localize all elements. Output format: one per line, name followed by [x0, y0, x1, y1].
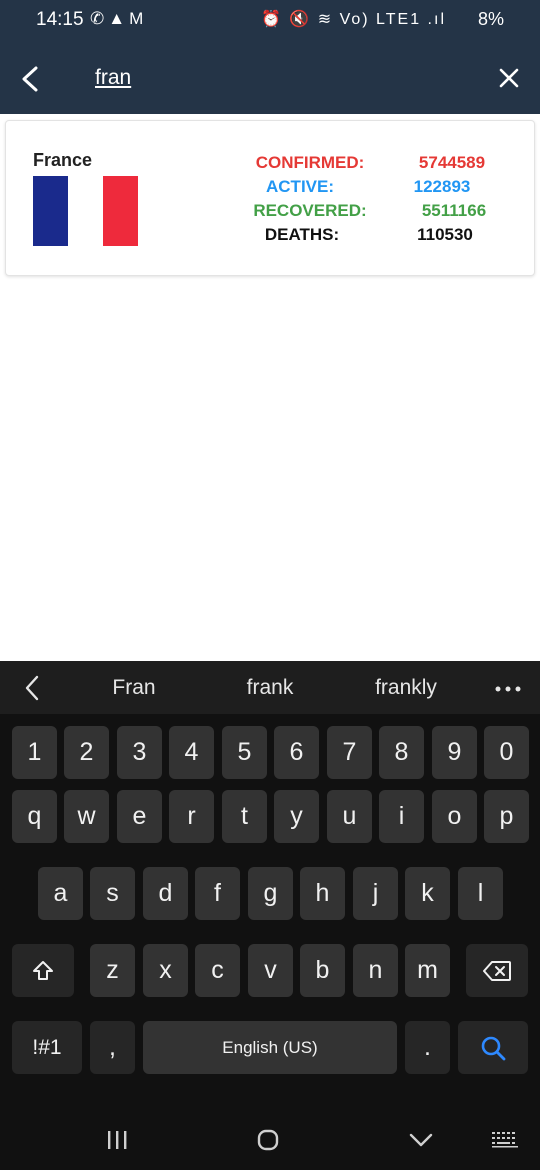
key-s[interactable]: s: [90, 867, 135, 920]
key-j[interactable]: j: [353, 867, 398, 920]
key-n[interactable]: n: [353, 944, 398, 997]
key-0[interactable]: 0: [484, 726, 529, 779]
key-u[interactable]: u: [327, 790, 372, 843]
key-9[interactable]: 9: [432, 726, 477, 779]
key-y[interactable]: y: [274, 790, 319, 843]
chevron-left-icon[interactable]: [24, 675, 40, 701]
key-v[interactable]: v: [248, 944, 293, 997]
status-bar: 14:15 ✆▲M ⏰ 🔇 ≋ Vo) LTE1 .ıl 8%: [0, 0, 540, 42]
key-g[interactable]: g: [248, 867, 293, 920]
key-b[interactable]: b: [300, 944, 345, 997]
key-d[interactable]: d: [143, 867, 188, 920]
suggestion-2[interactable]: frank: [210, 676, 330, 700]
key-7[interactable]: 7: [327, 726, 372, 779]
key-4[interactable]: 4: [169, 726, 214, 779]
key-5[interactable]: 5: [222, 726, 267, 779]
key-w[interactable]: w: [64, 790, 109, 843]
status-time: 14:15: [36, 9, 84, 30]
key-i[interactable]: i: [379, 790, 424, 843]
symbols-key[interactable]: !#1: [12, 1021, 82, 1074]
active-value: 122893: [413, 177, 471, 196]
suggestion-3[interactable]: frankly: [346, 676, 466, 700]
clear-search-button[interactable]: [490, 58, 530, 98]
close-icon: [499, 68, 519, 88]
key-6[interactable]: 6: [274, 726, 319, 779]
key-x[interactable]: x: [143, 944, 188, 997]
backspace-icon: [483, 960, 511, 981]
key-z[interactable]: z: [90, 944, 135, 997]
space-key[interactable]: English (US): [143, 1021, 397, 1074]
system-navigation-bar: [0, 1110, 540, 1170]
key-h[interactable]: h: [300, 867, 345, 920]
search-key[interactable]: [458, 1021, 528, 1074]
home-icon[interactable]: [257, 1129, 279, 1151]
key-a[interactable]: a: [38, 867, 83, 920]
backspace-key[interactable]: [466, 944, 528, 997]
deaths-value: 110530: [417, 225, 473, 244]
recovered-label: RECOVERED:: [253, 201, 367, 220]
flag-stripe-white: [68, 176, 103, 246]
key-p[interactable]: p: [484, 790, 529, 843]
search-icon: [481, 1036, 506, 1060]
key-e[interactable]: e: [117, 790, 162, 843]
key-8[interactable]: 8: [379, 726, 424, 779]
comma-key[interactable]: ,: [90, 1021, 135, 1074]
country-name: France: [33, 150, 93, 170]
key-k[interactable]: k: [405, 867, 450, 920]
search-input[interactable]: fran: [95, 66, 131, 90]
active-label: ACTIVE:: [266, 177, 334, 196]
chevron-down-icon[interactable]: [409, 1133, 433, 1147]
confirmed-value: 5744589: [418, 153, 486, 172]
shift-key[interactable]: [12, 944, 74, 997]
symbols-label: !#1: [32, 1035, 62, 1059]
country-result-card[interactable]: France CONFIRMED: 5744589 ACTIVE: 122893…: [5, 120, 535, 276]
recent-apps-icon[interactable]: [106, 1130, 128, 1150]
key-l[interactable]: l: [458, 867, 503, 920]
suggestion-1[interactable]: Fran: [74, 676, 194, 700]
keyboard-switch-icon[interactable]: [491, 1131, 519, 1149]
key-t[interactable]: t: [222, 790, 267, 843]
key-o[interactable]: o: [432, 790, 477, 843]
deaths-label: DEATHS:: [264, 225, 340, 244]
system-status-icons: ⏰ 🔇 ≋ Vo) LTE1 .ıl: [261, 11, 446, 28]
key-3[interactable]: 3: [117, 726, 162, 779]
period-key[interactable]: .: [405, 1021, 450, 1074]
space-label: English (US): [222, 1037, 318, 1057]
key-m[interactable]: m: [405, 944, 450, 997]
battery-level: 8%: [477, 9, 504, 29]
suggestion-bar: Fran frank frankly: [0, 661, 540, 714]
back-button[interactable]: [12, 54, 52, 102]
key-1[interactable]: 1: [12, 726, 57, 779]
france-flag-image: [33, 176, 138, 246]
key-q[interactable]: q: [12, 790, 57, 843]
key-c[interactable]: c: [195, 944, 240, 997]
key-2[interactable]: 2: [64, 726, 109, 779]
on-screen-keyboard: Fran frank frankly 1 2 3 4 5 6 7 8 9 0 q…: [0, 661, 540, 1170]
search-app-bar: fran: [0, 42, 540, 114]
key-r[interactable]: r: [169, 790, 214, 843]
more-horizontal-icon[interactable]: [494, 685, 522, 693]
notification-icons: ✆▲M: [90, 9, 148, 28]
confirmed-label: CONFIRMED:: [255, 153, 365, 172]
key-f[interactable]: f: [195, 867, 240, 920]
flag-stripe-red: [103, 176, 138, 246]
chevron-left-icon: [22, 66, 38, 92]
flag-stripe-blue: [33, 176, 68, 246]
recovered-value: 5511166: [421, 201, 487, 220]
shift-icon: [33, 960, 53, 980]
